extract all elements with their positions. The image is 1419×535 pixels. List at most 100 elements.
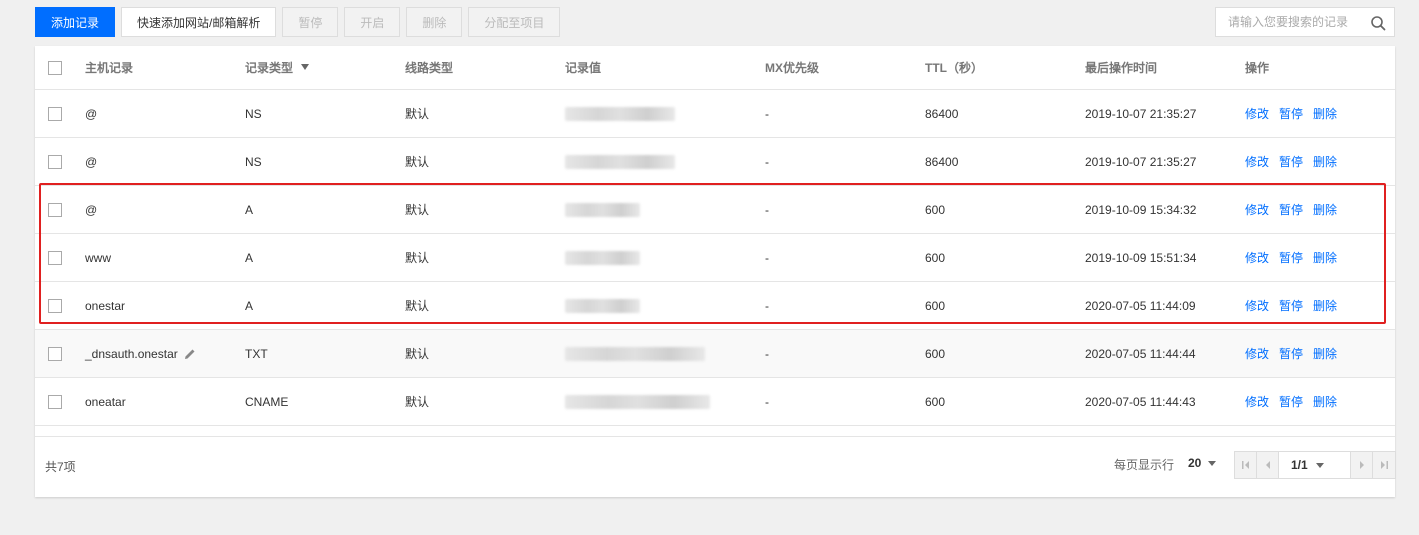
filter-icon[interactable]	[301, 63, 310, 70]
edit-link[interactable]: 修改	[1245, 395, 1269, 409]
cell-time: 2020-07-05 11:44:09	[1085, 281, 1245, 330]
table-row: www A 默认 - 600 2019-10-09 15:51:34 修改 暂停删…	[35, 233, 1395, 282]
delete-link[interactable]: 删除	[1313, 107, 1337, 121]
page-select[interactable]: 1/1	[1279, 452, 1351, 478]
pause-button[interactable]: 暂停	[282, 7, 339, 37]
row-checkbox[interactable]	[48, 298, 62, 313]
header-ops: 操作	[1245, 46, 1395, 90]
cell-mx: -	[765, 89, 925, 138]
edit-link[interactable]: 修改	[1245, 347, 1269, 361]
table-row: @ NS 默认 - 86400 2019-10-07 21:35:27 修改 暂停…	[35, 137, 1395, 186]
delete-link[interactable]: 删除	[1313, 203, 1337, 217]
blurred-record-value	[565, 394, 710, 409]
chevron-down-icon[interactable]	[1208, 461, 1216, 466]
cell-time: 2019-10-09 15:34:32	[1085, 185, 1245, 234]
pagination: 1/1	[1234, 451, 1396, 479]
blurred-record-value	[565, 154, 675, 169]
edit-link[interactable]: 修改	[1245, 251, 1269, 265]
blurred-record-value	[565, 346, 705, 361]
edit-link[interactable]: 修改	[1245, 107, 1269, 121]
cell-time: 2020-07-05 11:44:43	[1085, 377, 1245, 426]
last-page-icon[interactable]	[1373, 452, 1395, 478]
cell-type: A	[245, 281, 405, 330]
row-checkbox[interactable]	[48, 394, 62, 409]
cell-ttl: 600	[925, 281, 1085, 330]
delete-link[interactable]: 删除	[1313, 299, 1337, 313]
search-icon[interactable]	[1370, 15, 1386, 31]
cell-host: _dnsauth.onestar	[85, 329, 245, 378]
table-header-row: 主机记录 记录类型 线路类型 记录值 MX优先级 TTL（秒） 最后操作时间 操…	[35, 46, 1395, 90]
pause-link[interactable]: 暂停	[1279, 251, 1303, 265]
cell-ops: 修改 暂停 删除	[1245, 89, 1395, 138]
cell-type: A	[245, 185, 405, 234]
add-record-button[interactable]: 添加记录	[35, 7, 116, 37]
per-page-label: 每页显示行	[1114, 458, 1175, 472]
cell-line: 默认	[405, 137, 565, 186]
edit-link[interactable]: 修改	[1245, 155, 1269, 169]
cell-type: A	[245, 233, 405, 282]
toolbar: 添加记录 快速添加网站/邮箱解析 暂停 开启 删除 分配至项目	[35, 7, 561, 37]
delete-link[interactable]: 删除	[1313, 155, 1337, 169]
total-count: 共7项	[45, 460, 76, 474]
cell-mx: -	[765, 137, 925, 186]
header-type: 记录类型	[245, 46, 405, 90]
cell-ops: 修改 暂停 删除	[1245, 377, 1395, 426]
pause-link[interactable]: 暂停	[1279, 203, 1303, 217]
cell-ops: 修改 暂停 删除	[1245, 137, 1395, 186]
pause-link[interactable]: 暂停	[1279, 155, 1303, 169]
first-page-icon[interactable]	[1235, 452, 1257, 478]
header-value: 记录值	[565, 46, 765, 90]
table-row: onestar A 默认 - 600 2020-07-05 11:44:09 修…	[35, 281, 1395, 330]
cell-host: oneatar	[85, 377, 245, 426]
cell-ttl: 86400	[925, 89, 1085, 138]
prev-page-icon[interactable]	[1257, 452, 1279, 478]
chevron-down-icon	[1315, 462, 1324, 468]
cell-mx: -	[765, 185, 925, 234]
cell-ops: 修改 暂停 删除	[1245, 233, 1395, 282]
delete-link[interactable]: 删除	[1313, 251, 1337, 265]
delete-link[interactable]: 删除	[1313, 347, 1337, 361]
cell-ttl: 600	[925, 233, 1085, 282]
cell-line: 默认	[405, 89, 565, 138]
cell-time: 2019-10-09 15:51:34	[1085, 233, 1245, 282]
cell-mx: -	[765, 329, 925, 378]
cell-ttl: 600	[925, 185, 1085, 234]
blurred-record-value	[565, 250, 640, 265]
cell-mx: -	[765, 233, 925, 282]
delete-button[interactable]: 删除	[406, 7, 463, 37]
select-all-checkbox[interactable]	[48, 60, 62, 75]
cell-line: 默认	[405, 377, 565, 426]
header-mx: MX优先级	[765, 46, 925, 90]
cell-ttl: 600	[925, 377, 1085, 426]
pencil-icon[interactable]	[184, 348, 196, 360]
quick-add-button[interactable]: 快速添加网站/邮箱解析	[121, 7, 277, 37]
pause-link[interactable]: 暂停	[1279, 107, 1303, 121]
search-input[interactable]	[1226, 14, 1370, 30]
edit-link[interactable]: 修改	[1245, 299, 1269, 313]
header-line: 线路类型	[405, 46, 565, 90]
per-page-select[interactable]: 20	[1188, 456, 1201, 470]
edit-link[interactable]: 修改	[1245, 203, 1269, 217]
assign-project-button[interactable]: 分配至项目	[468, 7, 561, 37]
header-time: 最后操作时间	[1085, 46, 1245, 90]
cell-host: @	[85, 185, 245, 234]
delete-link[interactable]: 删除	[1313, 395, 1337, 409]
cell-ops: 修改 暂停 删除	[1245, 281, 1395, 330]
cell-ttl: 600	[925, 329, 1085, 378]
row-checkbox[interactable]	[48, 250, 62, 265]
pause-link[interactable]: 暂停	[1279, 395, 1303, 409]
cell-line: 默认	[405, 329, 565, 378]
row-checkbox[interactable]	[48, 202, 62, 217]
cell-type: TXT	[245, 329, 405, 378]
cell-mx: -	[765, 377, 925, 426]
row-checkbox[interactable]	[48, 346, 62, 361]
row-checkbox[interactable]	[48, 154, 62, 169]
enable-button[interactable]: 开启	[344, 7, 401, 37]
pause-link[interactable]: 暂停	[1279, 299, 1303, 313]
row-checkbox[interactable]	[48, 106, 62, 121]
cell-host: onestar	[85, 281, 245, 330]
next-page-icon[interactable]	[1351, 452, 1373, 478]
blurred-record-value	[565, 298, 640, 313]
cell-time: 2019-10-07 21:35:27	[1085, 89, 1245, 138]
pause-link[interactable]: 暂停	[1279, 347, 1303, 361]
